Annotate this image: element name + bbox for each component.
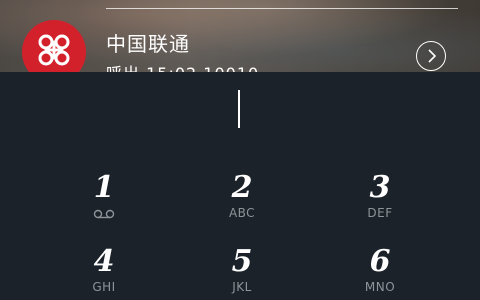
divider: [106, 8, 458, 9]
key-letters: JKL: [232, 280, 252, 294]
key-digit: 5: [231, 244, 253, 279]
key-letters: MNO: [364, 280, 396, 294]
dial-key-3[interactable]: 3 DEF: [320, 170, 440, 221]
key-letters: GHI: [92, 280, 116, 294]
recent-call-card[interactable]: 中国联通 呼出 15:02 10010: [0, 0, 480, 72]
dial-key-4[interactable]: 4 GHI: [44, 244, 164, 295]
key-digit: 1: [93, 170, 115, 205]
key-letters: DEF: [367, 206, 393, 220]
contact-name: 中国联通: [106, 32, 190, 56]
call-info: 呼出 15:02 10010: [106, 60, 259, 72]
dial-key-5[interactable]: 5 JKL: [182, 244, 302, 295]
key-digit: 3: [369, 170, 391, 205]
input-cursor[interactable]: [238, 90, 240, 128]
voicemail-icon: [93, 209, 115, 219]
dial-key-1[interactable]: 1: [44, 172, 164, 223]
call-detail-button[interactable]: [416, 41, 446, 71]
china-unicom-logo: [22, 20, 86, 72]
dial-pad: 1 2 ABC 3 DEF 4 GHI 5 JKL 6 MNO: [0, 72, 480, 300]
chevron-right-icon: [428, 49, 437, 63]
key-letters: ABC: [228, 206, 256, 220]
knot-icon: [38, 34, 70, 66]
key-digit: 6: [369, 244, 391, 279]
key-digit: 4: [93, 244, 115, 279]
dial-key-2[interactable]: 2 ABC: [182, 170, 302, 221]
key-digit: 2: [231, 170, 253, 205]
dial-key-6[interactable]: 6 MNO: [320, 244, 440, 295]
